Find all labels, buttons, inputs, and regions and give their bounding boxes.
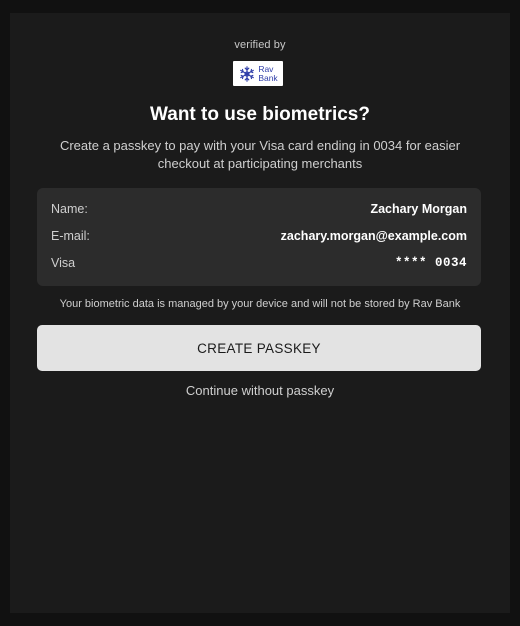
email-row: E-mail: zachary.morgan@example.com xyxy=(51,227,467,245)
dialog-title: Want to use biometrics? xyxy=(150,104,370,125)
email-label: E-mail: xyxy=(51,229,90,243)
dialog-subtitle: Create a passkey to pay with your Visa c… xyxy=(59,138,461,171)
create-passkey-button[interactable]: CREATE PASSKEY xyxy=(37,325,481,371)
email-value: zachary.morgan@example.com xyxy=(280,229,467,243)
card-row: Visa **** 0034 xyxy=(51,254,467,272)
verified-by-label: verified by xyxy=(234,39,286,51)
account-details-card: Name: Zachary Morgan E-mail: zachary.mor… xyxy=(37,188,481,286)
snowflake-icon xyxy=(240,65,255,82)
name-row: Name: Zachary Morgan xyxy=(51,200,467,218)
passkey-dialog: verified by Rav Bank Want to use biometr… xyxy=(10,13,510,613)
logo-wordmark: Rav Bank xyxy=(258,65,277,82)
name-label: Name: xyxy=(51,202,88,216)
rav-bank-logo: Rav Bank xyxy=(233,61,283,86)
card-number-value: **** 0034 xyxy=(394,256,467,270)
logo-line-2: Bank xyxy=(258,72,278,83)
continue-without-passkey-link[interactable]: Continue without passkey xyxy=(10,383,510,398)
biometric-notice: Your biometric data is managed by your d… xyxy=(59,298,461,310)
name-value: Zachary Morgan xyxy=(370,202,467,216)
card-label: Visa xyxy=(51,256,76,270)
